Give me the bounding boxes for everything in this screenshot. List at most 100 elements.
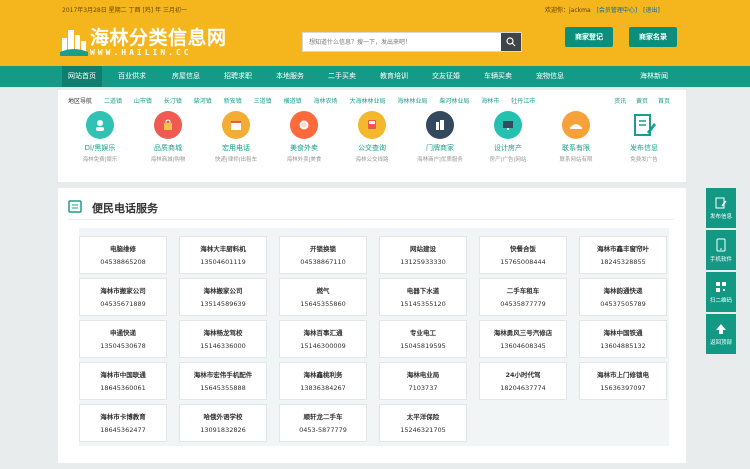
phone-entry[interactable]: 海林市鑫丰窗帘叶 18245328855 bbox=[579, 236, 667, 274]
category-sub: 海林商城|购物 bbox=[150, 157, 186, 163]
nav-item-home[interactable]: 网站首页 bbox=[62, 66, 102, 87]
nav-item-news[interactable]: 海林新闻 bbox=[640, 66, 668, 87]
category-design[interactable]: 设计房产 房产|广告|网站 bbox=[478, 111, 538, 163]
nav-item-jobs[interactable]: 招聘求职 bbox=[224, 66, 252, 87]
phone-entry[interactable]: 快餐合饭 15765008444 bbox=[479, 236, 567, 274]
quick-link-yellowpages[interactable]: 黄页 bbox=[636, 98, 648, 105]
logout-link[interactable]: [退出] bbox=[643, 7, 660, 14]
region-link[interactable]: 新安镇 bbox=[224, 98, 242, 105]
category-contact[interactable]: 联系有限 联系网站有限 bbox=[546, 111, 606, 163]
phone-entry[interactable]: 专业电工 15045819595 bbox=[379, 320, 467, 358]
entry-name: 二手车租车 bbox=[506, 287, 540, 295]
top-banner: 2017年3月28日 星期二 丁酉 [鸡] 年 三月初一 欢迎你：jackma … bbox=[0, 0, 750, 66]
region-link[interactable]: 柴河林业局 bbox=[439, 98, 469, 105]
entry-name: 哈俄外语学校 bbox=[203, 413, 243, 421]
site-logo[interactable]: 海林分类信息网 WWW.HAILIN.CC bbox=[60, 20, 260, 64]
phone-entry[interactable]: 开锁换锁 04538867110 bbox=[279, 236, 367, 274]
entry-name: 海林市搬家公司 bbox=[100, 287, 146, 295]
merchant-register-button[interactable]: 商家登记 bbox=[565, 27, 613, 47]
phone-entry[interactable]: 二手车租车 04535877779 bbox=[479, 278, 567, 316]
nav-item-vehicles[interactable]: 车辆买卖 bbox=[484, 66, 512, 87]
category-title: 发布信息 bbox=[630, 144, 658, 152]
phone-entry[interactable]: 海林市卡博教育 18645362477 bbox=[79, 404, 167, 442]
region-link[interactable]: 海林林业局 bbox=[397, 98, 427, 105]
phone-entry[interactable]: 海林勇风三号汽修店 13604608345 bbox=[479, 320, 567, 358]
quick-link-home[interactable]: 首页 bbox=[658, 98, 670, 105]
phone-entry[interactable]: 燃气 15645355860 bbox=[279, 278, 367, 316]
region-link[interactable]: 三道镇 bbox=[254, 98, 272, 105]
service-header: 便民电话服务 bbox=[68, 198, 674, 220]
category-merchants[interactable]: 门牌商家 海林商户|优质服务 bbox=[410, 111, 470, 163]
nav-item-local-service[interactable]: 本地服务 bbox=[276, 66, 304, 87]
category-post[interactable]: 发布信息 免费发广告 bbox=[614, 111, 674, 163]
region-link[interactable]: 牡丹江市 bbox=[511, 98, 535, 105]
phone-entry[interactable]: 申通快递 13504530678 bbox=[79, 320, 167, 358]
nav-item-dating[interactable]: 交友征婚 bbox=[432, 66, 460, 87]
entry-phone: 18245328855 bbox=[600, 258, 646, 266]
phone-entry[interactable]: 24小时代驾 18204637774 bbox=[479, 362, 567, 400]
float-label: 扫二维码 bbox=[709, 297, 732, 304]
phone-entry[interactable]: 海林市中国联通 18645360061 bbox=[79, 362, 167, 400]
phone-entry[interactable]: 电器下水道 15145355120 bbox=[379, 278, 467, 316]
merchant-directory-button[interactable]: 商家名录 bbox=[629, 27, 677, 47]
category-shop[interactable]: 品质商城 海林商城|购物 bbox=[138, 111, 198, 163]
entry-phone: 15645355888 bbox=[200, 384, 246, 392]
category-sub: 快递|律师|出租车 bbox=[214, 157, 258, 163]
category-phones[interactable]: 宏用电话 快递|律师|出租车 bbox=[206, 111, 266, 163]
entry-phone: 7103737 bbox=[408, 384, 438, 392]
phone-entry[interactable]: 海林百事汇通 15146300009 bbox=[279, 320, 367, 358]
phone-entry[interactable]: 海林搬家公司 13514589639 bbox=[179, 278, 267, 316]
category-food[interactable]: 美食外卖 海林外卖|美食 bbox=[274, 111, 334, 163]
phone-entry[interactable]: 海林电业局 7103737 bbox=[379, 362, 467, 400]
quick-link-news[interactable]: 资讯 bbox=[614, 98, 626, 105]
search-input[interactable] bbox=[303, 33, 501, 51]
region-link[interactable]: 柴河镇 bbox=[194, 98, 212, 105]
entry-name: 海林市卡博教育 bbox=[100, 413, 146, 421]
search-button[interactable] bbox=[501, 33, 521, 51]
entry-phone: 18204637774 bbox=[500, 384, 546, 392]
region-link[interactable]: 海林农场 bbox=[314, 98, 338, 105]
phone-entry[interactable]: 海林中国铁通 13604885132 bbox=[579, 320, 667, 358]
bus-icon bbox=[358, 111, 386, 139]
float-qrcode-button[interactable]: 扫二维码 bbox=[706, 272, 736, 312]
float-post-button[interactable]: 发布信息 bbox=[706, 188, 736, 228]
phone-entry[interactable]: 海林畅龙驾校 15146336000 bbox=[179, 320, 267, 358]
region-link[interactable]: 二道镇 bbox=[104, 98, 122, 105]
nav-item-pets[interactable]: 宠物信息 bbox=[536, 66, 564, 87]
phone-entry[interactable]: 海林市宏伟手机配件 15645355888 bbox=[179, 362, 267, 400]
region-link[interactable]: 山市镇 bbox=[134, 98, 152, 105]
phone-entry[interactable]: 网站建设 13125933330 bbox=[379, 236, 467, 274]
phone-entry[interactable]: 海林鑫桃利务 13836384267 bbox=[279, 362, 367, 400]
category-entertainment[interactable]: Dl/黑娱乐 海林免费|娱乐 bbox=[70, 111, 130, 163]
phone-entry[interactable]: 海林大丰厨料机 13504601119 bbox=[179, 236, 267, 274]
main-nav: 网站首页 百业供求 房屋信息 招聘求职 本地服务 二手买卖 教育培训 交友征婚 … bbox=[0, 66, 750, 87]
phone-entry[interactable]: 海林韵通快递 04537505789 bbox=[579, 278, 667, 316]
phone-entry[interactable]: 电脑维修 04538865208 bbox=[79, 236, 167, 274]
region-link[interactable]: 长汀镇 bbox=[164, 98, 182, 105]
float-app-button[interactable]: 手机软件 bbox=[706, 230, 736, 270]
member-center-link[interactable]: [会员管理中心] bbox=[597, 7, 638, 14]
mobile-icon bbox=[716, 238, 726, 251]
region-link[interactable]: 大海林林业局 bbox=[349, 98, 385, 105]
float-label: 返回顶部 bbox=[709, 339, 732, 346]
nav-item-housing[interactable]: 房屋信息 bbox=[172, 66, 200, 87]
edit-icon bbox=[715, 197, 727, 208]
phone-entry[interactable]: 海林市上门修锁电 15636397097 bbox=[579, 362, 667, 400]
service-section: 便民电话服务 电脑维修 04538865208 海林大丰厨料机 13504601119… bbox=[58, 188, 686, 463]
nav-item-secondhand[interactable]: 二手买卖 bbox=[328, 66, 356, 87]
nav-item-business[interactable]: 百业供求 bbox=[118, 66, 146, 87]
search-box bbox=[302, 32, 522, 52]
phone-entry[interactable]: 顺轩龙二手车 0453-5877779 bbox=[279, 404, 367, 442]
entry-phone: 04537505789 bbox=[600, 300, 646, 308]
region-link[interactable]: 海林市 bbox=[481, 98, 499, 105]
phone-entry[interactable]: 哈俄外语学校 13091832826 bbox=[179, 404, 267, 442]
phone-entry[interactable]: 海林市搬家公司 04535671889 bbox=[79, 278, 167, 316]
category-bus[interactable]: 公交查询 海林公交线路 bbox=[342, 111, 402, 163]
float-label: 手机软件 bbox=[709, 256, 732, 263]
region-link[interactable]: 横道镇 bbox=[284, 98, 302, 105]
float-top-button[interactable]: 返回顶部 bbox=[706, 314, 736, 354]
arrow-up-icon bbox=[716, 323, 726, 334]
nav-item-education[interactable]: 教育培训 bbox=[380, 66, 408, 87]
phone-entry[interactable]: 太平洋保险 15246321705 bbox=[379, 404, 467, 442]
site-domain: WWW.HAILIN.CC bbox=[90, 48, 192, 57]
